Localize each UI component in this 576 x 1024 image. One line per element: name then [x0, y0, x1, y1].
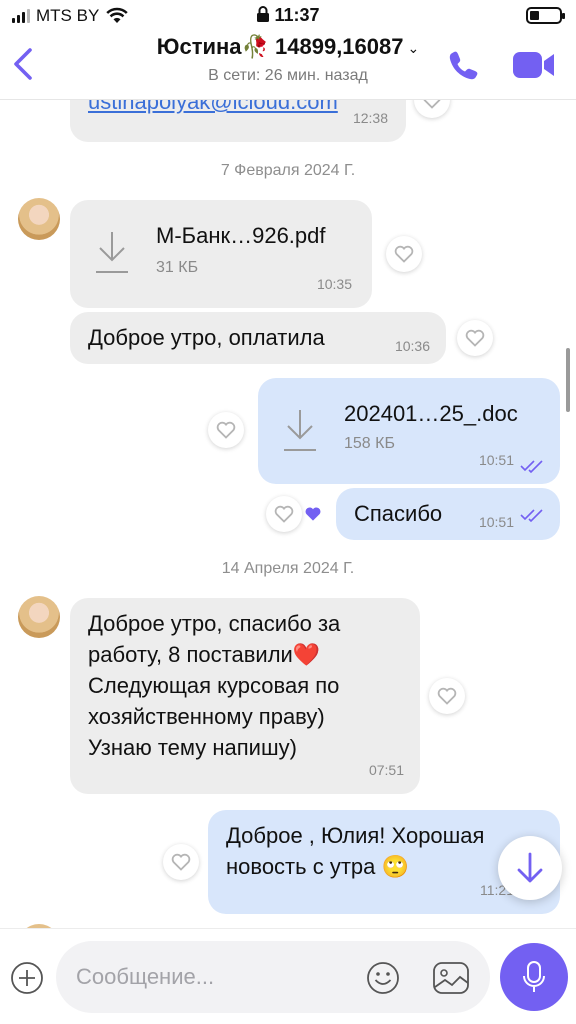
- clock-label: 11:37: [274, 5, 320, 25]
- message-line: хозяйственному праву): [88, 704, 325, 729]
- message-bubble-email[interactable]: ustinapolyak@icloud.com 12:38: [70, 100, 406, 142]
- battery-icon: [526, 7, 565, 24]
- read-ticks-icon: [520, 509, 543, 522]
- scroll-down-button[interactable]: [498, 836, 562, 900]
- contact-name-label: Юстина🥀 14899,16087: [156, 34, 404, 59]
- like-icon[interactable]: [266, 496, 302, 532]
- scrollbar-thumb[interactable]: [566, 348, 570, 412]
- like-icon[interactable]: [163, 844, 199, 880]
- arrow-down-icon: [517, 852, 543, 883]
- like-icon[interactable]: [208, 412, 244, 448]
- message-input[interactable]: [76, 961, 356, 993]
- message-bubble[interactable]: Доброе утро, спасибо за работу, 8 постав…: [70, 598, 420, 794]
- file-message[interactable]: 202401…25_.doc 158 КБ 10:51: [258, 378, 560, 484]
- like-icon[interactable]: [414, 100, 450, 118]
- message-field[interactable]: [56, 941, 490, 1013]
- message-line: Доброе утро, спасибо за: [88, 611, 341, 636]
- message-text: Доброе утро, оплатила: [88, 325, 325, 350]
- message-bubble[interactable]: Доброе утро, оплатила 10:36: [70, 312, 446, 364]
- message-time: 07:51: [368, 762, 404, 778]
- call-button[interactable]: [447, 48, 481, 82]
- chevron-down-icon: ⌄: [407, 39, 420, 56]
- video-call-button[interactable]: [512, 48, 556, 82]
- composer-bar: [0, 928, 576, 1024]
- message-text: Доброе утро, спасибо за работу, 8 постав…: [88, 608, 340, 763]
- lock-icon: [257, 6, 270, 22]
- file-size: 31 КБ: [156, 259, 199, 276]
- date-separator: 14 Апреля 2024 Г.: [221, 560, 355, 577]
- file-name: М-Банк…926.pdf: [156, 223, 326, 248]
- message-line: Узнаю тему напишу): [88, 735, 297, 760]
- message-bubble[interactable]: Спасибо 10:51: [336, 488, 560, 540]
- download-icon[interactable]: [94, 230, 130, 274]
- message-text: Спасибо: [354, 501, 443, 526]
- message-list[interactable]: ustinapolyak@icloud.com 12:38 7 Февраля …: [0, 100, 576, 928]
- presence-status: В сети: 26 мин. назад: [208, 67, 368, 84]
- message-line: Доброе , Юлия! Хорошая: [226, 823, 485, 848]
- email-link[interactable]: ustinapolyak@icloud.com: [88, 100, 338, 117]
- read-ticks-icon: [520, 460, 543, 473]
- add-attachment-button[interactable]: [10, 961, 44, 995]
- avatar[interactable]: [18, 596, 60, 638]
- date-separator: 7 Февраля 2024 Г.: [220, 162, 356, 179]
- status-bar: MTS BY 11:37: [0, 0, 576, 32]
- message-text: Доброе , Юлия! Хорошая новость с утра 🙄: [226, 820, 484, 882]
- message-line: Следующая курсовая по: [88, 673, 340, 698]
- like-icon[interactable]: [386, 236, 422, 272]
- file-message[interactable]: М-Банк…926.pdf 31 КБ 10:35: [70, 200, 372, 308]
- chat-header: Юстина🥀 14899,16087 ⌄ В сети: 26 мин. наз…: [0, 30, 576, 100]
- message-time: 10:35: [316, 276, 352, 292]
- sticker-button[interactable]: [432, 961, 470, 995]
- heart-reaction-icon[interactable]: [304, 506, 322, 522]
- like-icon[interactable]: [457, 320, 493, 356]
- message-line: новость с утра 🙄: [226, 854, 409, 879]
- like-icon[interactable]: [429, 678, 465, 714]
- file-size: 158 КБ: [344, 435, 395, 452]
- avatar[interactable]: [18, 198, 60, 240]
- download-icon[interactable]: [282, 408, 318, 452]
- emoji-button[interactable]: [366, 961, 400, 995]
- message-time: 10:36: [394, 338, 430, 354]
- status-time: 11:37: [0, 5, 576, 26]
- message-line: работу, 8 поставили❤️: [88, 642, 321, 667]
- contact-name[interactable]: Юстина🥀 14899,16087 ⌄: [0, 34, 576, 60]
- message-time: 10:51: [478, 452, 514, 468]
- file-name: 202401…25_.doc: [344, 401, 518, 426]
- message-time: 12:38: [352, 110, 388, 126]
- voice-message-button[interactable]: [500, 943, 568, 1011]
- message-time: 10:51: [478, 514, 514, 530]
- microphone-icon: [523, 961, 545, 992]
